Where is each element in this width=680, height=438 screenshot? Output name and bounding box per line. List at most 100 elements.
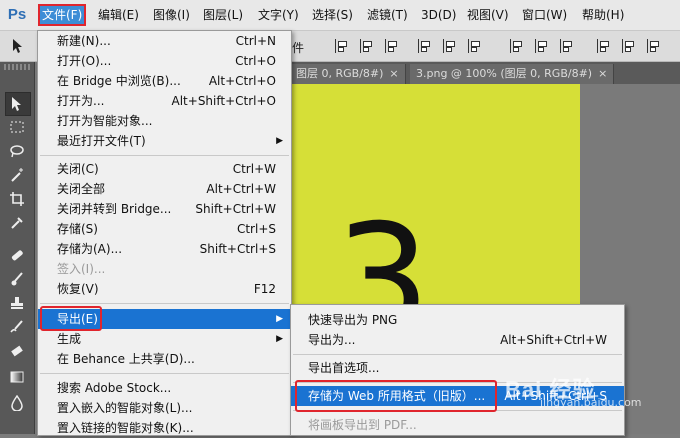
menu-item-label: 恢复(V) bbox=[57, 282, 99, 296]
align-right-icon[interactable] bbox=[468, 39, 481, 53]
close-icon[interactable]: × bbox=[389, 67, 398, 80]
menu-item-shortcut: Ctrl+S bbox=[236, 222, 276, 236]
menu-item-shortcut: Ctrl+O bbox=[235, 54, 276, 68]
menu-item-label: 关闭(C) bbox=[57, 162, 99, 176]
highlight-box-save-for-web bbox=[295, 380, 497, 412]
menu-item-generate[interactable]: 生成 ▶ bbox=[38, 329, 291, 349]
align-vcenter-icon[interactable] bbox=[360, 39, 373, 53]
menu-item-open[interactable]: 打开(O)... Ctrl+O bbox=[38, 51, 291, 71]
menu-item-shortcut: Shift+Ctrl+S bbox=[199, 242, 276, 256]
menu-layer[interactable]: 图层(L) bbox=[201, 6, 245, 24]
menu-item-shortcut: Alt+Ctrl+W bbox=[206, 182, 276, 196]
menu-item-label: 最近打开文件(T) bbox=[57, 134, 146, 148]
menu-item-label: 导出首选项... bbox=[308, 361, 380, 375]
menu-item-quick-export-png[interactable]: 快速导出为 PNG bbox=[291, 310, 624, 330]
clone-stamp-tool-icon[interactable] bbox=[5, 292, 29, 314]
magic-wand-tool-icon[interactable] bbox=[5, 164, 29, 186]
menu-3d[interactable]: 3D(D) bbox=[419, 6, 458, 24]
file-menu: 新建(N)... Ctrl+N 打开(O)... Ctrl+O 在 Bridge 中… bbox=[37, 30, 292, 436]
watermark-url: jingyan.baidu.com bbox=[540, 396, 642, 409]
gradient-tool-icon[interactable] bbox=[5, 366, 29, 388]
menu-item-shortcut: Alt+Shift+Ctrl+W bbox=[500, 333, 607, 347]
distribute-top-icon[interactable] bbox=[510, 39, 523, 53]
menu-bar: Ps 文件(F) 编辑(E) 图像(I) 图层(L) 文字(Y) 选择(S) 滤… bbox=[0, 0, 680, 31]
menu-item-save-as[interactable]: 存储为(A)... Shift+Ctrl+S bbox=[38, 239, 291, 259]
align-left-icon[interactable] bbox=[418, 39, 431, 53]
menu-separator bbox=[293, 354, 622, 355]
menu-item-label: 置入链接的智能对象(K)... bbox=[57, 421, 194, 435]
menu-filter[interactable]: 滤镜(T) bbox=[365, 6, 410, 24]
menu-item-label: 搜索 Adobe Stock... bbox=[57, 381, 172, 395]
lasso-tool-icon[interactable] bbox=[5, 140, 29, 162]
distribute-bottom-icon[interactable] bbox=[560, 39, 573, 53]
menu-file[interactable]: 文件(F) bbox=[37, 4, 87, 26]
menu-item-revert[interactable]: 恢复(V) F12 bbox=[38, 279, 291, 299]
history-brush-tool-icon[interactable] bbox=[5, 316, 29, 338]
menu-item-close-all[interactable]: 关闭全部 Alt+Ctrl+W bbox=[38, 179, 291, 199]
distribute-hcenter-icon[interactable] bbox=[622, 39, 635, 53]
menu-item-artboards-to-pdf: 将画板导出到 PDF... bbox=[291, 415, 624, 435]
crop-tool-icon[interactable] bbox=[5, 188, 29, 210]
menu-item-new[interactable]: 新建(N)... Ctrl+N bbox=[38, 31, 291, 51]
menu-item-label: 关闭并转到 Bridge... bbox=[57, 202, 172, 216]
menu-item-label: 签入(I)... bbox=[57, 262, 106, 276]
menu-item-share-behance[interactable]: 在 Behance 上共享(D)... bbox=[38, 349, 291, 369]
toolbox-grip[interactable] bbox=[4, 64, 30, 70]
menu-item-place-linked[interactable]: 置入链接的智能对象(K)... bbox=[38, 418, 291, 438]
menu-item-label: 新建(N)... bbox=[57, 34, 111, 48]
menu-edit[interactable]: 编辑(E) bbox=[96, 6, 141, 24]
menu-item-label: 置入嵌入的智能对象(L)... bbox=[57, 401, 193, 415]
align-bottom-icon[interactable] bbox=[385, 39, 398, 53]
submenu-arrow-icon: ▶ bbox=[276, 314, 283, 324]
blur-tool-icon[interactable] bbox=[5, 392, 29, 414]
menu-select[interactable]: 选择(S) bbox=[310, 6, 355, 24]
menu-item-close-go-bridge[interactable]: 关闭并转到 Bridge... Shift+Ctrl+W bbox=[38, 199, 291, 219]
menu-item-label: 快速导出为 PNG bbox=[308, 313, 398, 327]
options-partial-label: 件 bbox=[292, 41, 305, 55]
menu-type[interactable]: 文字(Y) bbox=[256, 6, 301, 24]
align-top-icon[interactable] bbox=[335, 39, 348, 53]
distribute-vcenter-icon[interactable] bbox=[535, 39, 548, 53]
menu-image[interactable]: 图像(I) bbox=[151, 6, 192, 24]
menu-item-browse-bridge[interactable]: 在 Bridge 中浏览(B)... Alt+Ctrl+O bbox=[38, 71, 291, 91]
move-tool-icon[interactable] bbox=[5, 92, 31, 116]
toolbox bbox=[0, 62, 35, 434]
menu-item-place-embedded[interactable]: 置入嵌入的智能对象(L)... bbox=[38, 398, 291, 418]
menu-item-export-as[interactable]: 导出为... Alt+Shift+Ctrl+W bbox=[291, 330, 624, 350]
healing-brush-tool-icon[interactable] bbox=[5, 244, 29, 266]
brush-tool-icon[interactable] bbox=[5, 268, 29, 290]
menu-window[interactable]: 窗口(W) bbox=[520, 6, 569, 24]
align-hcenter-icon[interactable] bbox=[443, 39, 456, 53]
menu-help[interactable]: 帮助(H) bbox=[580, 6, 626, 24]
eraser-tool-icon[interactable] bbox=[5, 340, 29, 362]
close-icon[interactable]: × bbox=[598, 67, 607, 80]
tab-document-2[interactable]: 3.png @ 100% (图层 0, RGB/8#) × bbox=[410, 64, 615, 84]
distribute-right-icon[interactable] bbox=[647, 39, 660, 53]
menu-item-open-as[interactable]: 打开为... Alt+Shift+Ctrl+O bbox=[38, 91, 291, 111]
menu-item-label: 生成 bbox=[57, 332, 82, 346]
menu-item-recent-files[interactable]: 最近打开文件(T) ▶ bbox=[38, 131, 291, 151]
tab-label: 图层 0, RGB/8#) bbox=[296, 67, 384, 80]
export-submenu: 快速导出为 PNG 导出为... Alt+Shift+Ctrl+W 导出首选项..… bbox=[290, 304, 625, 436]
menu-item-search-adobe-stock[interactable]: 搜索 Adobe Stock... bbox=[38, 378, 291, 398]
menu-view[interactable]: 视图(V) bbox=[465, 6, 511, 24]
menu-item-label: 打开(O)... bbox=[57, 54, 112, 68]
submenu-arrow-icon: ▶ bbox=[276, 136, 283, 146]
move-tool-icon[interactable] bbox=[10, 37, 28, 55]
photoshop-logo: Ps bbox=[7, 6, 27, 23]
menu-item-label: 存储(S) bbox=[57, 222, 98, 236]
menu-item-label: 打开为... bbox=[57, 94, 105, 108]
marquee-tool-icon[interactable] bbox=[5, 116, 29, 138]
menu-separator bbox=[40, 373, 289, 374]
distribute-left-icon[interactable] bbox=[597, 39, 610, 53]
menu-item-close[interactable]: 关闭(C) Ctrl+W bbox=[38, 159, 291, 179]
menu-item-label: 在 Bridge 中浏览(B)... bbox=[57, 74, 181, 88]
menu-item-check-in: 签入(I)... bbox=[38, 259, 291, 279]
menu-item-shortcut: Alt+Shift+Ctrl+O bbox=[171, 94, 276, 108]
document-tabs: 图层 0, RGB/8#) × 3.png @ 100% (图层 0, RGB/8… bbox=[290, 62, 680, 84]
eyedropper-tool-icon[interactable] bbox=[5, 212, 29, 234]
menu-item-save[interactable]: 存储(S) Ctrl+S bbox=[38, 219, 291, 239]
tab-document-1[interactable]: 图层 0, RGB/8#) × bbox=[290, 64, 406, 84]
menu-item-shortcut: Ctrl+W bbox=[232, 162, 276, 176]
menu-item-open-smart-object[interactable]: 打开为智能对象... bbox=[38, 111, 291, 131]
